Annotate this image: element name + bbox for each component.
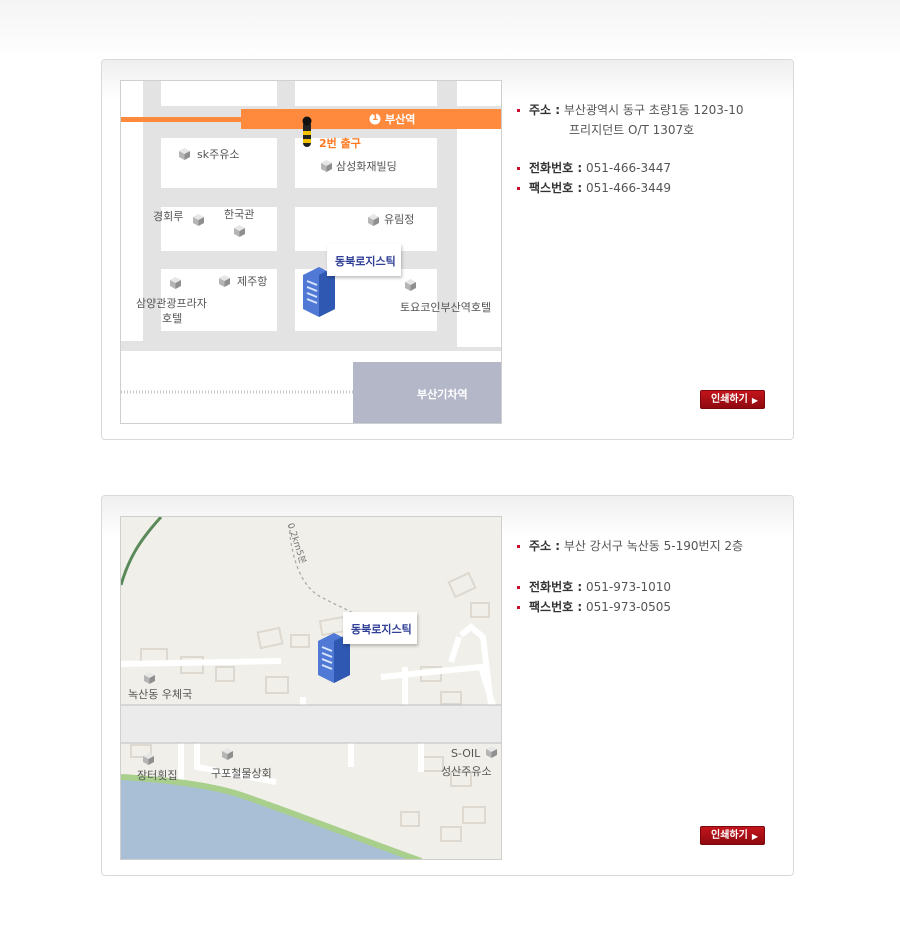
fax-row: 팩스번호 : 051-466-3449	[515, 178, 785, 198]
print-button-label: 인쇄하기	[711, 394, 748, 405]
phone-label: 전화번호 :	[529, 580, 583, 594]
arrow-right-icon: ▶	[751, 832, 758, 841]
company-label: 동북로지스틱	[335, 255, 396, 268]
landmark-cube-icon	[405, 279, 416, 291]
landmark-cube-icon	[219, 275, 230, 287]
phone-value: 051-466-3447	[585, 161, 671, 175]
exit-label: 2번 출구	[319, 137, 361, 150]
landmark-cube-icon	[486, 746, 497, 758]
landmark-cube-icon	[143, 753, 154, 765]
landmark-label: 경회루	[153, 210, 184, 223]
print-button[interactable]: 인쇄하기 ▶	[700, 826, 765, 845]
landmark-label: 녹산동 우체국	[128, 688, 193, 701]
landmark-label: 한국관	[224, 208, 255, 221]
contact-info-1: 주소 : 부산광역시 동구 초량1동 1203-10 프리지던트 O/T 130…	[515, 100, 785, 198]
landmark-cube-icon	[170, 277, 181, 289]
landmark-cube-icon	[222, 748, 233, 760]
location-panel-1: 1 부산역 2번 출구 sk주유소 삼성화재빌딩 경회루 한국관 유림정 제주항…	[101, 59, 794, 440]
address-label: 주소 :	[529, 103, 561, 117]
arrow-right-icon: ▶	[751, 396, 758, 405]
map-graphic	[121, 81, 501, 423]
address-row: 주소 : 부산광역시 동구 초량1동 1203-10	[515, 100, 785, 120]
company-label: 동북로지스틱	[351, 623, 412, 636]
landmark-label: 유림정	[384, 213, 415, 226]
landmark-label: 토요코인부산역호텔	[400, 301, 492, 314]
landmark-cube-icon	[368, 214, 379, 226]
station-number-label: 1	[372, 113, 379, 123]
location-panel-2: 0.2km5분 녹산동 우체국 장터횟집 구포철물상회 S-OIL 성산주유소 …	[101, 495, 794, 876]
fax-label: 팩스번호 :	[529, 600, 583, 614]
phone-value: 051-973-1010	[585, 580, 671, 594]
landmark-label: 장터횟집	[137, 769, 178, 782]
fax-row: 팩스번호 : 051-973-0505	[515, 597, 785, 617]
landmark-cube-icon	[179, 148, 190, 160]
landmark-cube-icon	[234, 225, 245, 237]
address-row: 주소 : 부산 강서구 녹산동 5-190번지 2층	[515, 536, 785, 556]
train-station-label: 부산기차역	[417, 388, 468, 401]
fax-value: 051-466-3449	[585, 181, 671, 195]
address-label: 주소 :	[529, 539, 561, 553]
landmark-label: S-OIL	[451, 747, 481, 760]
landmark-label: 구포철물상회	[211, 767, 272, 780]
landmark-label: 성산주유소	[441, 765, 492, 778]
print-button[interactable]: 인쇄하기 ▶	[700, 390, 765, 409]
top-header-band	[0, 0, 900, 60]
fax-label: 팩스번호 :	[529, 181, 583, 195]
fax-value: 051-973-0505	[585, 600, 671, 614]
subway-station-label: 부산역	[385, 113, 416, 126]
landmark-label: 제주항	[237, 275, 268, 288]
address-value-cont: 프리지던트 O/T 1307호	[569, 123, 695, 137]
phone-row: 전화번호 : 051-466-3447	[515, 158, 785, 178]
landmark-label: sk주유소	[197, 148, 240, 161]
contact-info-2: 주소 : 부산 강서구 녹산동 5-190번지 2층 전화번호 : 051-97…	[515, 536, 785, 617]
address-value: 부산광역시 동구 초량1동 1203-10	[563, 103, 744, 117]
phone-label: 전화번호 :	[529, 161, 583, 175]
phone-row: 전화번호 : 051-973-1010	[515, 577, 785, 597]
company-callout: 동북로지스틱	[343, 612, 417, 644]
landmark-cube-icon	[321, 160, 332, 172]
location-map-2: 0.2km5분 녹산동 우체국 장터횟집 구포철물상회 S-OIL 성산주유소 …	[120, 516, 502, 860]
location-map-1: 1 부산역 2번 출구 sk주유소 삼성화재빌딩 경회루 한국관 유림정 제주항…	[120, 80, 502, 424]
landmark-cube-icon	[144, 672, 155, 684]
landmark-cube-icon	[193, 214, 204, 226]
company-callout: 동북로지스틱	[327, 244, 401, 276]
landmark-label: 호텔	[162, 312, 183, 325]
address-value: 부산 강서구 녹산동 5-190번지 2층	[563, 539, 744, 553]
landmark-label: 삼성화재빌딩	[336, 160, 397, 173]
print-button-label: 인쇄하기	[711, 830, 748, 841]
landmark-label: 삼양관광프라자	[136, 297, 207, 310]
